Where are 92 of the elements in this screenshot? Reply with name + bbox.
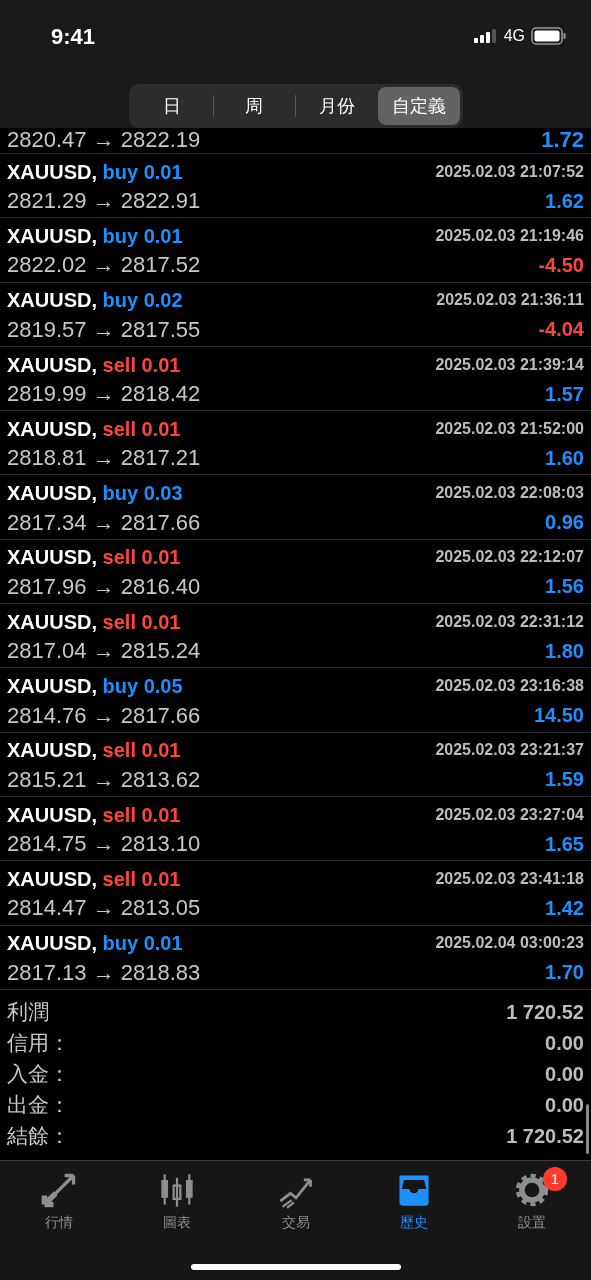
trade-row[interactable]: XAUUSD, buy 0.01 2025.02.03 21:19:46 2822.02 → 2817.52 -4.50	[0, 218, 591, 283]
profit-value: 14.50	[533, 703, 584, 728]
trade-title: XAUUSD, sell 0.01	[7, 738, 181, 764]
summary-value: 0.00	[545, 1061, 584, 1087]
trade-title: XAUUSD, sell 0.01	[7, 866, 181, 892]
network-label: 4G	[503, 26, 525, 46]
price-range: 2817.04 → 2815.24	[7, 637, 201, 666]
tab-bar-item[interactable]: 行情	[0, 1161, 119, 1245]
trade-row[interactable]: XAUUSD, sell 0.01 2025.02.03 23:27:04 2814.75 → 2813.10 1.65	[0, 796, 591, 862]
summary-value: 0.00	[545, 1092, 584, 1118]
profit-value: 0.96	[545, 510, 584, 536]
profit-value: 1.70	[545, 960, 584, 986]
trade-time: 2025.02.03 22:12:07	[435, 547, 584, 568]
tab-bar-item[interactable]: 交易	[236, 1161, 355, 1245]
trade-row[interactable]: XAUUSD, sell 0.01 2025.02.03 22:31:12 2817.04 → 2815.24 1.80	[0, 604, 591, 669]
price-range: 2820.47 → 2822.19	[7, 128, 201, 153]
trade-row[interactable]: XAUUSD, buy 0.02 2025.02.03 21:36:11 2819.57 → 2817.55 -4.04	[0, 282, 591, 347]
profit-value: 1.62	[545, 188, 584, 214]
trade-row[interactable]: XAUUSD, sell 0.01 2025.02.03 22:12:07 2817.96 → 2816.40 1.56	[0, 539, 591, 605]
trade-title: XAUUSD, sell 0.01	[7, 545, 181, 571]
trade-time: 2025.02.04 03:00:23	[435, 933, 584, 954]
price-range: 2819.99 → 2818.42	[7, 380, 201, 409]
trade-title: XAUUSD, sell 0.01	[7, 416, 181, 442]
trade-title: XAUUSD, sell 0.01	[7, 609, 181, 635]
trade-row[interactable]: XAUUSD, buy 0.01 2025.02.03 21:07:52 2821.29 → 2822.91 1.62	[0, 154, 591, 219]
trade-title: XAUUSD, sell 0.01	[7, 352, 181, 378]
profit-value: 1.60	[545, 445, 584, 471]
trade-row[interactable]: XAUUSD, sell 0.01 2025.02.03 23:41:18 2814.47 → 2813.05 1.42	[0, 861, 591, 926]
trade-time: 2025.02.03 21:52:00	[435, 418, 584, 439]
profit-value: 1.80	[545, 638, 584, 664]
trade-time: 2025.02.03 22:08:03	[435, 483, 584, 504]
price-range: 2821.29 → 2822.91	[7, 187, 201, 216]
trade-row[interactable]: XAUUSD, buy 0.05 2025.02.03 23:16:38 2814.76 → 2817.66 14.50	[0, 668, 591, 733]
profit-value: 1.59	[545, 767, 584, 793]
trade-title: XAUUSD, buy 0.01	[7, 931, 183, 957]
profit-value: 1.56	[545, 574, 584, 600]
profit-value: 1.65	[545, 831, 584, 857]
scrollbar	[586, 1104, 589, 1154]
price-range: 2822.02 → 2817.52	[7, 251, 201, 280]
price-range: 2814.47 → 2813.05	[7, 894, 201, 923]
summary-value: 1 720.52	[506, 1123, 584, 1149]
trade-time: 2025.02.03 23:16:38	[435, 676, 584, 696]
trade-row[interactable]: XAUUSD, buy 0.03 2025.02.03 22:08:03 2817.34 → 2817.66 0.96	[0, 475, 591, 540]
trade-time: 2025.02.03 23:21:37	[435, 740, 584, 761]
battery-icon	[531, 27, 567, 45]
price-range: 2817.96 → 2816.40	[7, 572, 201, 601]
summary-label: 入金：	[7, 1061, 70, 1088]
tab-bar-item[interactable]: 圖表	[118, 1161, 237, 1245]
notification-badge: 1	[543, 1167, 567, 1191]
price-range: 2817.34 → 2817.66	[7, 508, 201, 537]
price-range: 2814.75 → 2813.10	[7, 830, 201, 859]
trade-title: XAUUSD, buy 0.03	[7, 481, 183, 507]
trade-time: 2025.02.03 21:19:46	[435, 225, 584, 246]
profit-value: -4.50	[538, 252, 584, 278]
trade-row[interactable]: XAUUSD, sell 0.01 2025.02.03 23:21:37 2815.21 → 2813.62 1.59	[0, 732, 591, 797]
trade-time: 2025.02.03 21:07:52	[435, 161, 584, 182]
price-range: 2814.76 → 2817.66	[7, 701, 201, 730]
summary-value: 0.00	[545, 1030, 584, 1056]
trade-title: XAUUSD, buy 0.02	[7, 288, 183, 314]
signal-icon	[473, 29, 498, 43]
price-range: 2818.81 → 2817.21	[7, 444, 201, 473]
tab-bar-item[interactable]: 歷史	[354, 1161, 473, 1245]
profit-value: -4.04	[538, 317, 584, 343]
trade-time: 2025.02.03 23:41:18	[435, 868, 584, 889]
trade-title: XAUUSD, buy 0.01	[7, 223, 183, 249]
trade-row[interactable]: XAUUSD, buy 0.01 2025.02.04 03:00:23 2817.13 → 2818.83 1.70	[0, 925, 591, 990]
trade-title: XAUUSD, sell 0.01	[7, 802, 181, 828]
period-tab[interactable]: 日	[131, 87, 213, 125]
tab-bar-item[interactable]: 設置 1	[472, 1161, 591, 1245]
trade-time: 2025.02.03 21:39:14	[435, 354, 584, 375]
price-range: 2817.13 → 2818.83	[7, 958, 201, 987]
summary-value: 1 720.52	[506, 999, 584, 1025]
summary-label: 信用：	[7, 1030, 70, 1057]
summary-label: 結餘：	[7, 1123, 70, 1150]
trade-time: 2025.02.03 23:27:04	[435, 804, 584, 825]
period-tab[interactable]: 周	[213, 87, 295, 125]
trade-time: 2025.02.03 21:36:11	[436, 290, 584, 311]
trade-row[interactable]: XAUUSD, sell 0.01 2025.02.03 21:52:00 2818.81 → 2817.21 1.60	[0, 411, 591, 476]
clock-time: 9:41	[51, 22, 96, 51]
period-tab[interactable]: 月份	[296, 87, 378, 125]
trade-title: XAUUSD, buy 0.01	[7, 159, 183, 185]
price-range: 2819.57 → 2817.55	[7, 315, 201, 344]
trade-time: 2025.02.03 22:31:12	[435, 611, 584, 632]
period-tab[interactable]: 自定義	[378, 87, 460, 125]
summary-label: 利潤	[7, 999, 49, 1026]
profit-value: 1.72	[541, 128, 584, 153]
trade-row[interactable]: XAUUSD, sell 0.01 2025.02.03 21:39:14 2819.99 → 2818.42 1.57	[0, 346, 591, 412]
summary-label: 出金：	[7, 1092, 70, 1119]
profit-value: 1.57	[545, 381, 584, 407]
trade-title: XAUUSD, buy 0.05	[7, 674, 183, 699]
price-range: 2815.21 → 2813.62	[7, 765, 201, 794]
profit-value: 1.42	[545, 895, 584, 921]
